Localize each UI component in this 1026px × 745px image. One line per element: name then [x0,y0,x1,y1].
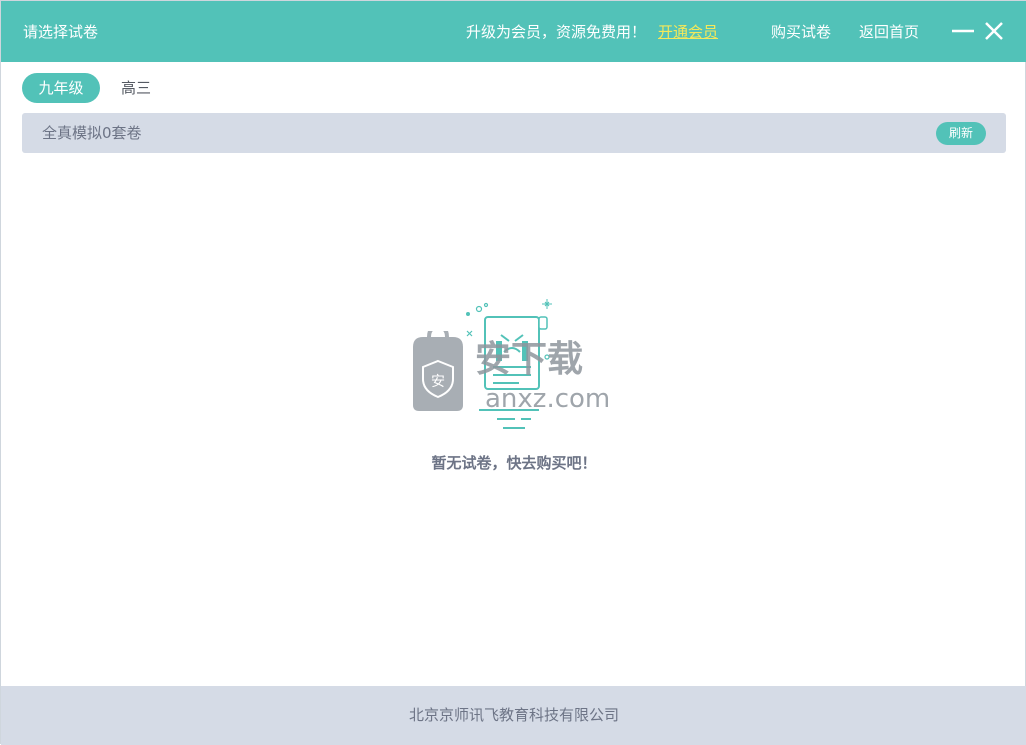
window-title: 请选择试卷 [23,23,99,41]
empty-state-message: 暂无试卷，快去购买吧！ [431,454,597,472]
open-membership-link[interactable]: 开通会员 [658,21,718,43]
company-name: 北京京师讯飞教育科技有限公司 [408,706,619,724]
back-home-link[interactable]: 返回首页 [859,21,919,43]
title-bar: 请选择试卷 升级为会员，资源免费用！ 开通会员 购买试卷 返回首页 [1,1,1026,62]
close-button[interactable] [981,18,1007,44]
watermark-logo: 安 安下载 anxz.com [413,331,610,414]
paper-filter-bar: 全真模拟0套卷 刷新 [22,113,1006,153]
tab-grade-9[interactable]: 九年级 [22,73,100,103]
minimize-icon [952,29,974,33]
membership-promo-text: 升级为会员，资源免费用！ [466,23,647,41]
watermark-domain: anxz.com [485,384,610,414]
tab-senior-3[interactable]: 高三 [108,73,164,103]
minimize-button[interactable] [950,18,976,44]
close-icon [985,22,1003,40]
buy-papers-link[interactable]: 购买试卷 [771,21,831,43]
paper-count-label: 全真模拟0套卷 [42,124,142,142]
refresh-button[interactable]: 刷新 [936,122,986,145]
watermark-badge: 安 [431,374,445,390]
app-window: 请选择试卷 升级为会员，资源免费用！ 开通会员 购买试卷 返回首页 九年级 高三… [0,0,1026,745]
footer: 北京京师讯飞教育科技有限公司 [1,686,1026,745]
watermark-title: 安下载 [475,339,583,380]
